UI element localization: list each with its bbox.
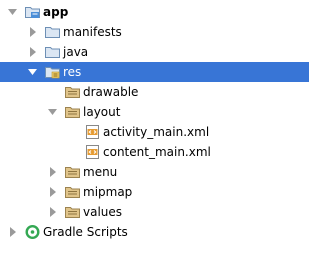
- tree-item-label: content_main.xml: [103, 145, 211, 159]
- collapsed-arrow-icon[interactable]: [6, 222, 20, 242]
- tree-item-label: app: [43, 5, 69, 19]
- collapsed-arrow-icon[interactable]: [26, 42, 40, 62]
- tree-item-gradle-scripts[interactable]: Gradle Scripts: [0, 222, 309, 242]
- tree-item-values[interactable]: values: [0, 202, 309, 222]
- tree-item-res[interactable]: res: [0, 62, 309, 82]
- gradle-icon: [24, 224, 41, 240]
- tree-item-label: manifests: [63, 25, 122, 39]
- tree-item-label: menu: [83, 165, 118, 179]
- collapsed-arrow-icon[interactable]: [26, 22, 40, 42]
- layout-xml-icon: [84, 144, 101, 160]
- tree-item-app[interactable]: app: [0, 2, 309, 22]
- expanded-arrow-icon[interactable]: [46, 102, 60, 122]
- res-folder-icon: [64, 84, 81, 100]
- tree-item-drawable[interactable]: drawable: [0, 82, 309, 102]
- collapsed-arrow-icon[interactable]: [46, 162, 60, 182]
- tree-item-manifests[interactable]: manifests: [0, 22, 309, 42]
- collapsed-arrow-icon[interactable]: [46, 202, 60, 222]
- expanded-arrow-icon[interactable]: [6, 2, 20, 22]
- tree-item-label: mipmap: [83, 185, 133, 199]
- tree-item-label: Gradle Scripts: [43, 225, 128, 239]
- expanded-arrow-icon[interactable]: [26, 62, 40, 82]
- res-folder-icon: [64, 104, 81, 120]
- tree-item-label: values: [83, 205, 123, 219]
- tree-item-label: drawable: [83, 85, 139, 99]
- tree-item-activity-main[interactable]: activity_main.xml: [0, 122, 309, 142]
- collapsed-arrow-icon[interactable]: [46, 182, 60, 202]
- project-tree: app manifests java res drawable layout activit…: [0, 0, 309, 254]
- tree-item-java[interactable]: java: [0, 42, 309, 62]
- res-folder-icon: [64, 164, 81, 180]
- tree-item-menu[interactable]: menu: [0, 162, 309, 182]
- layout-xml-icon: [84, 124, 101, 140]
- tree-item-content-main[interactable]: content_main.xml: [0, 142, 309, 162]
- module-folder-icon: [24, 4, 41, 20]
- tree-item-mipmap[interactable]: mipmap: [0, 182, 309, 202]
- tree-item-label: res: [63, 65, 82, 79]
- resources-folder-icon: [44, 64, 61, 80]
- folder-icon: [44, 24, 61, 40]
- tree-item-layout[interactable]: layout: [0, 102, 309, 122]
- tree-item-label: java: [63, 45, 89, 59]
- tree-item-label: layout: [83, 105, 121, 119]
- res-folder-icon: [64, 204, 81, 220]
- folder-icon: [44, 44, 61, 60]
- res-folder-icon: [64, 184, 81, 200]
- tree-item-label: activity_main.xml: [103, 125, 210, 139]
